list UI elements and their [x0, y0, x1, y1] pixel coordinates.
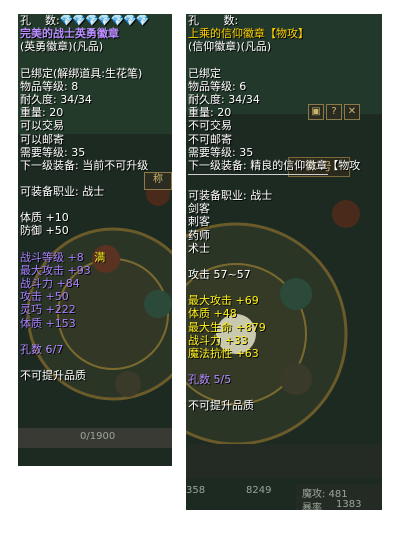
right-durability: 耐久度: 34/34 [188, 92, 260, 106]
left-holes-label: 孔 [20, 14, 31, 27]
left-bound-status: 已绑定(解绑道具:生花笔) [20, 66, 143, 80]
right-item-tooltip: ▣ ? ✕ 称 号 魔攻: 481 8249 358 1383 暴率 孔 数: … [186, 14, 382, 510]
right-bound-status: 已绑定 [188, 66, 221, 80]
right-socket-count: 孔数 5/5 [188, 373, 232, 387]
right-item-level: 物品等级: 6 [188, 79, 247, 93]
right-quality-note: 不可提升品质 [188, 399, 254, 413]
right-item-subtype: (信仰徽章)(凡品) [188, 40, 272, 54]
left-item-name: 完美的战士英勇徽章 [20, 27, 119, 41]
right-holes-label: 孔 [188, 14, 199, 27]
left-item-subtype: (英勇徽章)(凡品) [20, 40, 104, 54]
right-stat-d: 1383 [336, 499, 362, 510]
right-bonus-stat-2: 体质 +48 [188, 307, 237, 321]
left-exp-readout: 0/1900 [80, 431, 116, 442]
right-tradable: 不可交易 [188, 119, 232, 133]
left-bonus-stat-3: 战斗力 +84 [20, 277, 80, 290]
right-class-5: 术士 [188, 241, 210, 255]
left-equippable-class: 可装备职业: 战士 [20, 185, 105, 199]
right-mailable: 不可邮寄 [188, 132, 232, 146]
left-gem-sockets: 💎💎💎💎💎💎💎 [59, 14, 150, 27]
right-attack: 攻击 57~57 [188, 268, 251, 281]
right-class-3: 刺客 [188, 215, 210, 229]
left-count-label: 数: [45, 14, 60, 27]
left-base-stat-2: 防御 +50 [20, 224, 69, 238]
left-bonus-stat-4: 攻击 +50 [20, 290, 69, 304]
right-stat-e: 暴率 [302, 503, 322, 510]
left-next-equipment: 下一级装备: 当前不可升级 [20, 158, 149, 172]
left-bonus-max-tag: 满 [94, 250, 106, 264]
left-mailable: 可以邮寄 [20, 132, 64, 146]
right-bonus-stat-5: 魔法抗性 +63 [188, 346, 259, 360]
right-bonus-stat-1: 最大攻击 +69 [188, 294, 259, 308]
left-base-stat-1: 体质 +10 [20, 211, 69, 225]
right-stat-b: 8249 [246, 485, 272, 496]
left-weight: 重量: 20 [20, 106, 64, 120]
right-class-4: 药师 [188, 228, 210, 242]
left-item-tooltip: 称 0/1900 孔 数:💎💎💎💎💎💎💎 完美的战士英勇徽章 (英勇徽章)(凡品… [18, 14, 172, 466]
right-divider [188, 174, 328, 176]
right-required-level: 需要等级: 35 [188, 145, 254, 159]
right-bonus-stat-4: 战斗力 +33 [188, 333, 248, 347]
right-class-2: 剑客 [188, 202, 210, 216]
right-count-label: 数: [223, 14, 239, 27]
right-stat-c: 358 [186, 485, 206, 496]
left-item-level: 物品等级: 8 [20, 79, 79, 93]
left-tradable: 可以交易 [20, 119, 64, 133]
left-bonus-stat-1: 战斗等级 +8 [20, 250, 84, 264]
left-quality-note: 不可提升品质 [20, 368, 86, 382]
left-required-level: 需要等级: 35 [20, 145, 86, 159]
right-stat-a: 魔攻: 481 [302, 489, 348, 500]
right-next-equipment: 下一级装备: 精良的信仰徽章【物攻 [188, 158, 361, 172]
right-bonus-stat-3: 最大生命 +879 [188, 320, 266, 334]
right-item-name: 上乘的信仰徽章【物攻】 [188, 27, 309, 41]
left-bonus-stat-6: 体质 +153 [20, 316, 76, 330]
left-bonus-stat-5: 灵巧 +222 [20, 303, 76, 317]
right-equippable-class: 可装备职业: 战士 [188, 189, 273, 203]
left-socket-count: 孔数 6/7 [20, 342, 64, 356]
left-bonus-stat-2: 最大攻击 +93 [20, 263, 91, 277]
right-weight: 重量: 20 [188, 106, 232, 120]
left-durability: 耐久度: 34/34 [20, 92, 92, 106]
